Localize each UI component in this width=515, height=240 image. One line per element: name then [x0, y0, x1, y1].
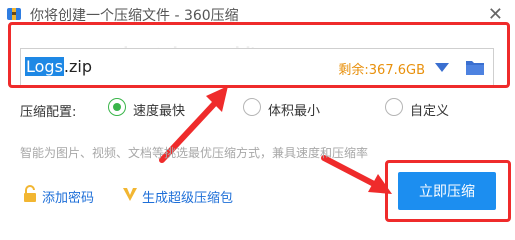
add-password-label: 添加密码 [42, 191, 95, 206]
filename-selected: Logs [25, 57, 64, 76]
radio-fastest-label: 速度最快 [133, 104, 186, 119]
app-icon [7, 8, 21, 20]
filename-input[interactable]: Logs.zip 剩余:367.6GB [20, 48, 494, 86]
radio-smallest-dot [243, 98, 261, 116]
filename-text[interactable]: Logs.zip [25, 57, 92, 76]
compress-now-button[interactable]: 立即压缩 [398, 172, 496, 210]
radio-fastest-dot [108, 98, 126, 116]
vip-icon [123, 188, 137, 201]
compression-config-label: 压缩配置: [20, 105, 77, 120]
window-title: 你将创建一个压缩文件 - 360压缩 [30, 8, 239, 24]
radio-custom-label: 自定义 [410, 104, 450, 119]
title-bar: 你将创建一个压缩文件 - 360压缩 ✕ [0, 0, 515, 28]
super-package-label: 生成超级压缩包 [142, 191, 234, 206]
filename-extension: .zip [63, 57, 93, 76]
free-space-label: 剩余:367.6GB [338, 63, 425, 78]
radio-custom-dot [385, 98, 403, 116]
chevron-down-icon[interactable] [435, 63, 449, 72]
lock-icon [24, 185, 36, 202]
config-hint: 智能为图片、视频、文档等挑选最优压缩方式，兼具速度和压缩率 [20, 146, 369, 160]
folder-icon[interactable] [465, 58, 485, 76]
close-icon[interactable]: ✕ [488, 4, 503, 25]
radio-smallest-label: 体积最小 [268, 104, 321, 119]
